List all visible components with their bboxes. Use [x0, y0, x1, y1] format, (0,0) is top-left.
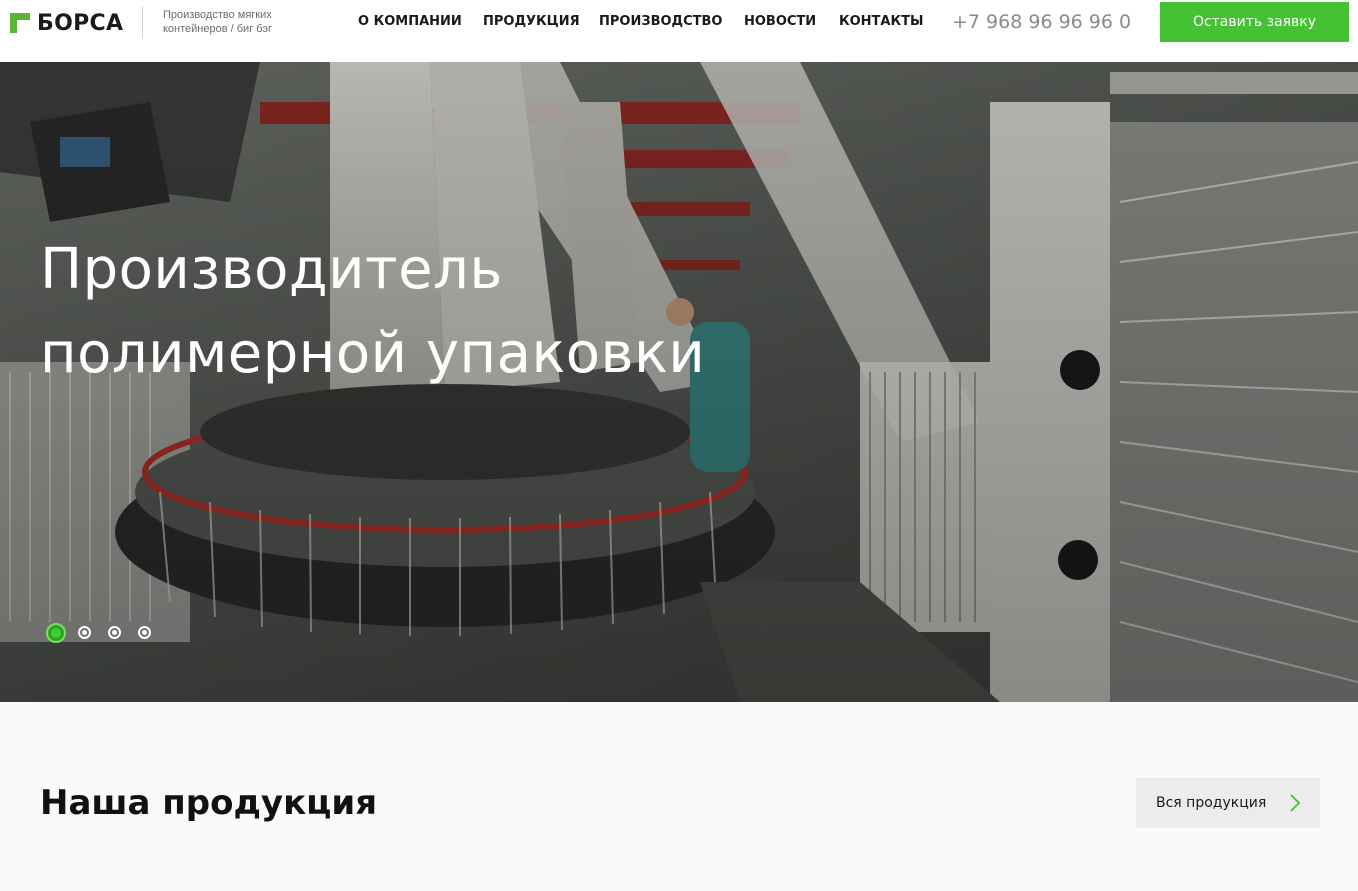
brand-tagline: Производство мягких контейнеров / биг бэ… [163, 9, 273, 35]
nav-item-about[interactable]: О КОМПАНИИ [358, 14, 462, 29]
hero-title-line-2: полимерной упаковки [40, 321, 706, 386]
chevron-right-icon [1290, 794, 1301, 812]
logo-divider [142, 6, 143, 38]
slider-dot-4[interactable] [138, 626, 151, 639]
request-button[interactable]: Оставить заявку [1160, 2, 1349, 42]
nav-item-news[interactable]: НОВОСТИ [744, 14, 816, 29]
slider-dot-1[interactable] [46, 623, 66, 643]
all-products-button[interactable]: Вся продукция [1136, 778, 1320, 828]
logo[interactable]: БОРСА [10, 10, 124, 36]
slider-dot-2[interactable] [78, 626, 91, 639]
hero-title-line-1: Производитель [40, 237, 503, 302]
phone-link[interactable]: +7 968 96 96 96 0 [952, 11, 1131, 33]
nav-item-products[interactable]: ПРОДУКЦИЯ [483, 14, 580, 29]
all-products-label: Вся продукция [1156, 795, 1267, 811]
products-section-title: Наша продукция [40, 783, 378, 823]
slider-dot-3[interactable] [108, 626, 121, 639]
logo-text: БОРСА [37, 10, 124, 36]
logo-mark-icon [10, 13, 30, 33]
nav-item-contacts[interactable]: КОНТАКТЫ [839, 14, 923, 29]
site-header: БОРСА Производство мягких контейнеров / … [0, 0, 1358, 62]
hero-slider: Производитель полимерной упаковки [0, 62, 1358, 702]
nav-item-production[interactable]: ПРОИЗВОДСТВО [599, 14, 722, 29]
hero-title: Производитель полимерной упаковки [40, 228, 705, 396]
